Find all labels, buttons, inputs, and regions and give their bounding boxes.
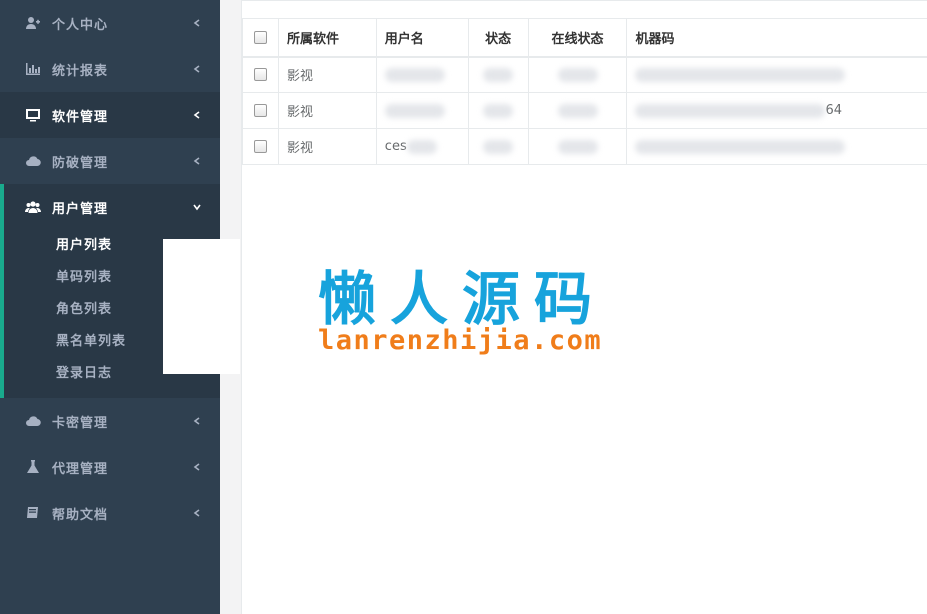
chevron-left-icon — [192, 508, 202, 518]
redacted-online — [557, 103, 598, 118]
machine-code-cell — [626, 128, 927, 165]
redacted-username — [384, 103, 445, 118]
divider — [242, 0, 927, 1]
redacted-status — [483, 67, 514, 82]
sidebar-item-label: 防破管理 — [52, 155, 109, 171]
row-select-cell — [242, 92, 279, 129]
table-row[interactable]: 影视 — [242, 56, 927, 93]
sidebar-item-label: 用户管理 — [52, 201, 109, 217]
sidebar-item-help-docs[interactable]: 帮助文档 — [0, 490, 220, 536]
machine-code-cell: 64 — [626, 92, 927, 129]
user-plus-icon — [24, 15, 42, 31]
col-software[interactable]: 所属软件 — [277, 18, 377, 58]
book-icon — [24, 505, 42, 521]
online-cell — [527, 56, 628, 93]
sidebar-item-label: 卡密管理 — [52, 415, 109, 431]
row-select-cell — [242, 128, 279, 165]
redacted-machine-code — [635, 67, 846, 82]
redacted-online — [557, 67, 598, 82]
redacted-username — [406, 139, 437, 154]
sidebar-item-personal-center[interactable]: 个人中心 — [0, 0, 220, 46]
online-cell — [527, 92, 628, 129]
col-status[interactable]: 状态 — [467, 18, 529, 58]
username-text: ces — [384, 139, 407, 154]
redacted-online — [557, 139, 598, 154]
username-cell — [375, 92, 469, 129]
watermark-url: lanrenzhijia.com — [318, 325, 603, 356]
software-cell: 影视 — [277, 56, 377, 93]
sidebar-item-software[interactable]: 软件管理 — [0, 92, 220, 138]
col-online-status[interactable]: 在线状态 — [527, 18, 628, 58]
sidebar-item-label: 代理管理 — [52, 461, 109, 477]
redacted-machine-code — [635, 139, 846, 154]
redacted-status — [483, 139, 514, 154]
table-row[interactable]: 影视 64 — [242, 92, 927, 129]
status-cell — [467, 128, 529, 165]
machine-code-suffix: 64 — [825, 103, 842, 118]
row-checkbox[interactable] — [253, 104, 267, 117]
machine-code-cell — [626, 56, 927, 93]
col-username[interactable]: 用户名 — [375, 18, 469, 58]
sidebar-item-card-management[interactable]: 卡密管理 — [0, 398, 220, 444]
watermark-title: 懒人源码 — [318, 265, 607, 333]
flask-icon — [24, 459, 42, 475]
table-header-row: 所属软件 用户名 状态 在线状态 机器码 — [242, 18, 927, 58]
col-machine-code[interactable]: 机器码 — [626, 18, 927, 58]
software-cell: 影视 — [277, 128, 377, 165]
redacted-machine-code — [635, 103, 826, 118]
username-cell — [375, 56, 469, 93]
users-icon — [24, 199, 42, 215]
software-cell: 影视 — [277, 92, 377, 129]
chevron-left-icon — [192, 18, 202, 28]
chevron-left-icon — [192, 462, 202, 472]
redacted-username — [384, 67, 445, 82]
select-all-checkbox[interactable] — [253, 30, 267, 44]
row-select-cell — [242, 56, 279, 93]
sidebar-item-label: 软件管理 — [52, 109, 109, 125]
sidebar-item-label: 统计报表 — [52, 63, 109, 79]
status-cell — [467, 92, 529, 129]
chevron-left-icon — [192, 110, 202, 120]
row-checkbox[interactable] — [253, 140, 267, 153]
sidebar-item-user-management[interactable]: 用户管理 — [4, 184, 220, 230]
sidebar-item-agent-management[interactable]: 代理管理 — [0, 444, 220, 490]
monitor-icon — [24, 107, 42, 123]
username-cell: ces — [375, 128, 469, 165]
sidebar-item-label: 个人中心 — [52, 17, 109, 33]
chevron-down-icon — [192, 202, 202, 212]
table-row[interactable]: 影视 ces — [242, 128, 927, 165]
status-cell — [467, 56, 529, 93]
sidebar-item-anti-crack[interactable]: 防破管理 — [0, 138, 220, 184]
watermark-backdrop — [163, 239, 240, 374]
bar-chart-icon — [24, 61, 42, 77]
online-cell — [527, 128, 628, 165]
chevron-left-icon — [192, 156, 202, 166]
sidebar-item-statistics[interactable]: 统计报表 — [0, 46, 220, 92]
sidebar-item-label: 帮助文档 — [52, 507, 109, 523]
row-checkbox[interactable] — [253, 68, 267, 82]
chevron-left-icon — [192, 64, 202, 74]
redacted-status — [483, 103, 514, 118]
chevron-left-icon — [192, 416, 202, 426]
cloud-chart-icon — [24, 413, 42, 429]
user-table: 所属软件 用户名 状态 在线状态 机器码 影视 影视 64 影视 ces — [242, 18, 927, 165]
select-all-header — [242, 18, 279, 58]
cloud-upload-icon — [24, 153, 42, 169]
